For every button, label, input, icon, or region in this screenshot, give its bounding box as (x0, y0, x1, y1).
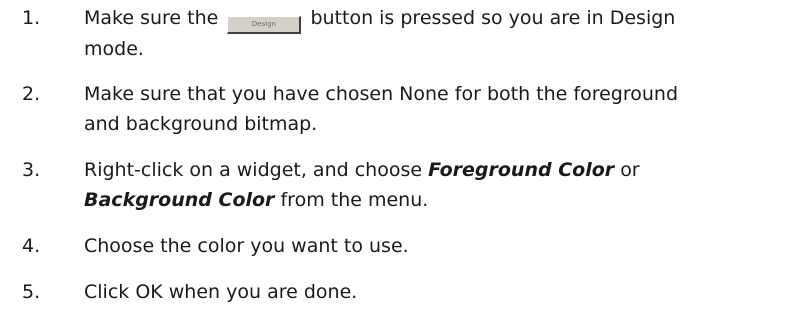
background-color-term: Background Color (84, 189, 275, 211)
step-text-middle: or (620, 159, 640, 181)
step-text-before: Right-click on a widget, and choose (84, 159, 423, 181)
step-text-line2: mode. (84, 38, 144, 60)
step-text-after: button is pressed so you are in Design (310, 7, 676, 29)
step-text-line2: and background bitmap. (84, 113, 318, 135)
foreground-color-term: Foreground Color (428, 159, 615, 181)
step-text-line: Choose the color you want to use. (84, 235, 409, 257)
step-text-line: Click OK when you are done. (84, 281, 358, 303)
design-button[interactable]: Design (227, 16, 302, 34)
step-number: 5. (22, 281, 41, 303)
step-number: 3. (22, 159, 41, 181)
step-text-after: from the menu. (280, 189, 429, 211)
step-number: 4. (22, 235, 41, 257)
step-text-line1: Make sure that you have chosen None for … (84, 83, 679, 105)
step-text: Make sure that you have chosen None for … (84, 79, 774, 139)
step-text: Choose the color you want to use. (84, 231, 774, 261)
step-text: Right-click on a widget, and choose Fore… (84, 155, 774, 215)
step-text: Make sure the Design button is pressed s… (84, 3, 774, 64)
step-text: Click OK when you are done. (84, 277, 774, 307)
step-number: 1. (22, 7, 41, 29)
step-number: 2. (22, 83, 41, 105)
step-text-before: Make sure the (84, 7, 219, 29)
